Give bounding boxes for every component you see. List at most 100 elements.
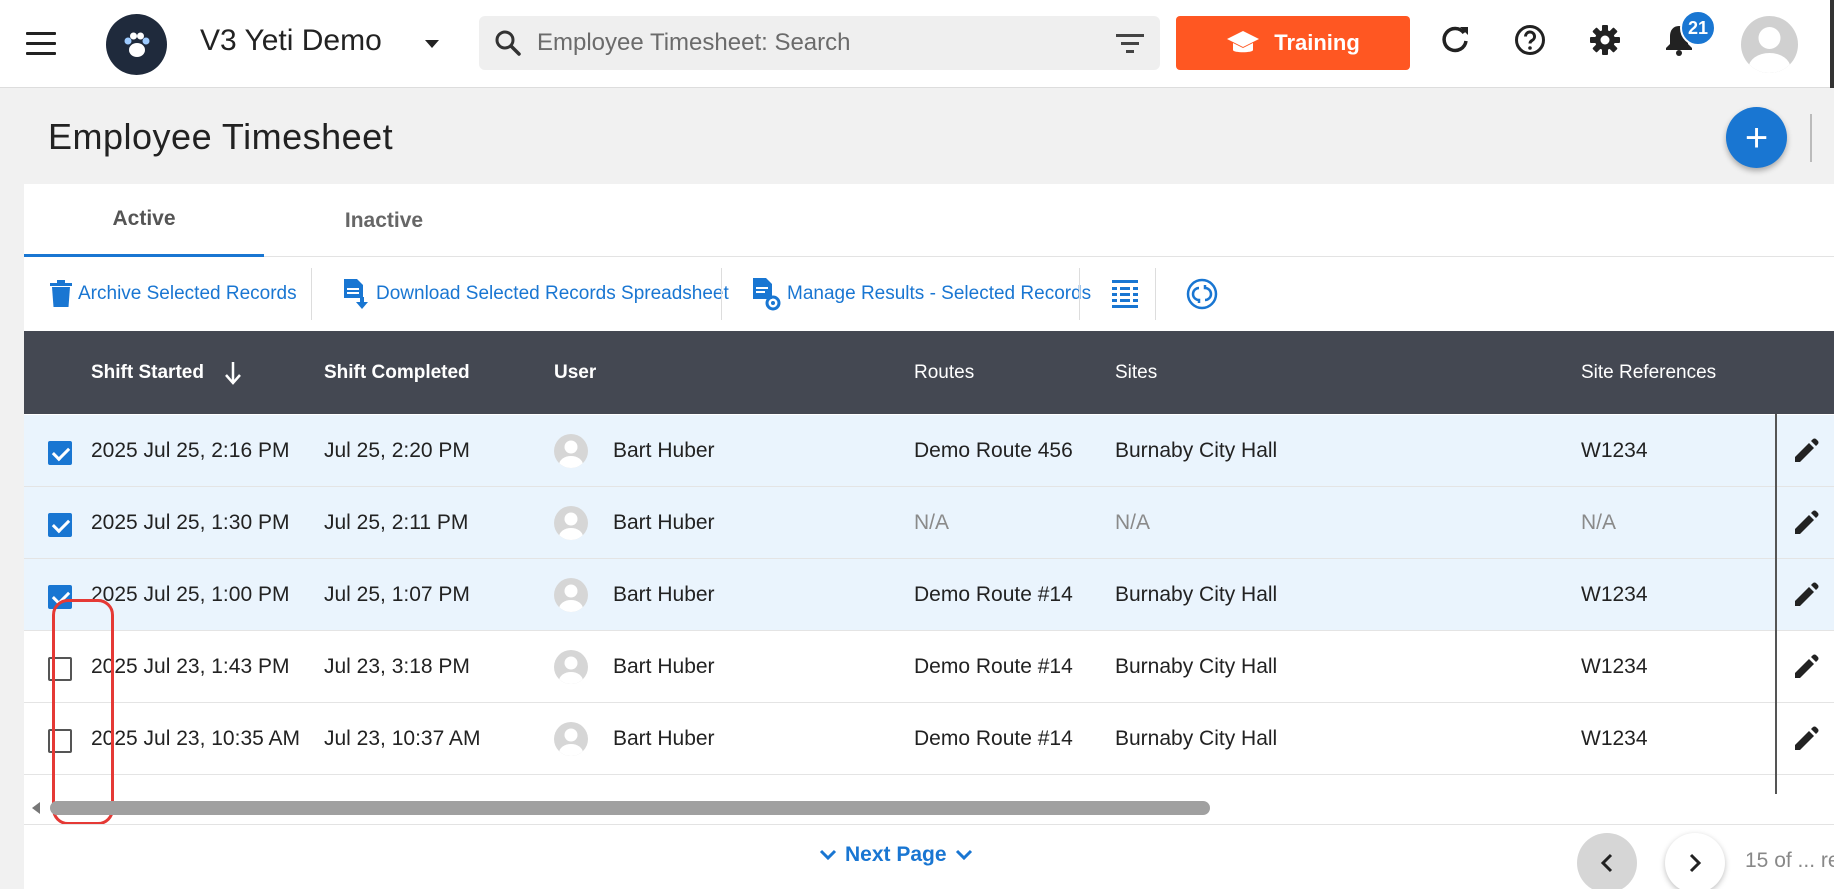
bulk-actions-toolbar: Archive Selected Records Download Select… bbox=[24, 258, 1834, 330]
col-user[interactable]: User bbox=[554, 331, 596, 414]
col-shift-completed[interactable]: Shift Completed bbox=[324, 331, 470, 414]
next-page-arrow-button[interactable] bbox=[1665, 833, 1725, 889]
edit-icon[interactable] bbox=[1792, 581, 1820, 609]
timesheet-card: Active Inactive Archive Selected Records… bbox=[24, 184, 1834, 889]
tab-inactive[interactable]: Inactive bbox=[264, 184, 504, 257]
site-cell: Burnaby City Hall bbox=[1115, 727, 1278, 750]
search-icon bbox=[495, 30, 521, 56]
user-cell[interactable]: Bart Huber bbox=[613, 703, 715, 775]
user-avatar-icon bbox=[554, 506, 588, 540]
refresh-icon[interactable] bbox=[1440, 24, 1470, 54]
person-icon bbox=[1748, 27, 1791, 73]
divider bbox=[1810, 114, 1812, 162]
edit-icon[interactable] bbox=[1792, 653, 1820, 681]
table-row[interactable]: 2025 Jul 25, 1:30 PM Jul 25, 2:11 PM Bar… bbox=[24, 487, 1834, 559]
user-cell[interactable]: Bart Huber bbox=[613, 487, 715, 559]
route-cell: Demo Route #14 bbox=[914, 727, 1073, 750]
site-ref-cell: W1234 bbox=[1581, 655, 1648, 678]
user-cell[interactable]: Bart Huber bbox=[613, 631, 715, 703]
pagination-info: 15 of ... re bbox=[1745, 849, 1834, 872]
row-checkbox[interactable] bbox=[48, 441, 72, 465]
gear-icon[interactable] bbox=[1589, 24, 1621, 56]
site-cell: Burnaby City Hall bbox=[1115, 655, 1278, 678]
next-page-label: Next Page bbox=[845, 843, 947, 866]
table-row[interactable]: 2025 Jul 25, 1:00 PM Jul 25, 1:07 PM Bar… bbox=[24, 559, 1834, 631]
shift-started-cell: 2025 Jul 23, 1:43 PM bbox=[91, 655, 290, 678]
quickbooks-button[interactable] bbox=[1186, 258, 1218, 330]
shift-completed-cell: Jul 23, 10:37 AM bbox=[324, 727, 481, 750]
user-avatar-icon bbox=[554, 722, 588, 756]
manage-file-icon bbox=[753, 278, 781, 311]
toolbar-divider bbox=[721, 268, 722, 320]
table-row[interactable]: 2025 Jul 23, 1:43 PM Jul 23, 3:18 PM Bar… bbox=[24, 631, 1834, 703]
user-avatar-icon bbox=[554, 578, 588, 612]
horizontal-scrollbar[interactable] bbox=[24, 797, 1834, 819]
site-ref-cell: W1234 bbox=[1581, 439, 1648, 462]
chevron-down-icon bbox=[955, 849, 972, 861]
table-header: Shift Started Shift Completed User Route… bbox=[24, 331, 1834, 414]
manage-label: Manage Results - Selected Records bbox=[787, 283, 1092, 304]
table-row[interactable]: 2025 Jul 23, 10:35 AM Jul 23, 10:37 AM B… bbox=[24, 703, 1834, 775]
menu-icon[interactable] bbox=[26, 32, 56, 56]
top-bar: V3 Yeti Demo Training bbox=[0, 0, 1834, 88]
page-title: Employee Timesheet bbox=[48, 116, 394, 157]
training-button[interactable]: Training bbox=[1176, 16, 1410, 70]
col-shift-started[interactable]: Shift Started bbox=[91, 331, 242, 414]
scroll-left-icon[interactable] bbox=[32, 802, 40, 814]
selection-highlight-annotation bbox=[52, 599, 114, 825]
toolbar-divider bbox=[1155, 268, 1156, 320]
route-cell: Demo Route 456 bbox=[914, 439, 1073, 462]
paw-icon bbox=[124, 32, 149, 57]
shift-completed-cell: Jul 25, 1:07 PM bbox=[324, 583, 470, 606]
edit-icon[interactable] bbox=[1792, 509, 1820, 537]
toolbar-divider bbox=[1079, 268, 1080, 320]
search-bar bbox=[479, 16, 1160, 70]
edit-icon[interactable] bbox=[1792, 725, 1820, 753]
chevron-down-icon[interactable] bbox=[425, 40, 439, 48]
shift-started-cell: 2025 Jul 23, 10:35 AM bbox=[91, 727, 300, 750]
manage-results-button[interactable]: Manage Results - Selected Records bbox=[751, 258, 1091, 330]
col-sites[interactable]: Sites bbox=[1115, 331, 1157, 414]
trash-icon bbox=[50, 280, 72, 307]
notification-badge: 21 bbox=[1680, 10, 1716, 46]
sort-descending-icon[interactable] bbox=[224, 361, 242, 385]
sticky-column-divider bbox=[1775, 414, 1777, 794]
filter-icon[interactable] bbox=[1116, 32, 1144, 54]
search-input[interactable] bbox=[537, 24, 1077, 62]
chevron-left-icon bbox=[1600, 853, 1613, 873]
user-cell[interactable]: Bart Huber bbox=[613, 415, 715, 487]
user-cell[interactable]: Bart Huber bbox=[613, 559, 715, 631]
column-settings-button[interactable] bbox=[1112, 258, 1138, 330]
training-label: Training bbox=[1274, 30, 1360, 55]
window-edge bbox=[1830, 0, 1834, 88]
table-row[interactable]: 2025 Jul 25, 2:16 PM Jul 25, 2:20 PM Bar… bbox=[24, 415, 1834, 487]
yeti-logo[interactable] bbox=[106, 14, 167, 75]
quickbooks-icon bbox=[1186, 278, 1218, 310]
archive-label: Archive Selected Records bbox=[78, 283, 297, 304]
row-checkbox[interactable] bbox=[48, 513, 72, 537]
route-cell: N/A bbox=[914, 511, 950, 534]
help-icon[interactable] bbox=[1514, 24, 1546, 56]
add-record-button[interactable]: + bbox=[1726, 107, 1787, 168]
col-routes[interactable]: Routes bbox=[914, 331, 974, 414]
site-cell: N/A bbox=[1115, 511, 1151, 534]
site-cell: Burnaby City Hall bbox=[1115, 583, 1278, 606]
site-ref-cell: W1234 bbox=[1581, 727, 1648, 750]
scrollbar-thumb[interactable] bbox=[50, 801, 1210, 815]
previous-page-button[interactable] bbox=[1577, 833, 1637, 889]
edit-icon[interactable] bbox=[1792, 437, 1820, 465]
app-title[interactable]: V3 Yeti Demo bbox=[200, 24, 382, 58]
col-site-references[interactable]: Site References bbox=[1581, 331, 1716, 414]
archive-selected-button[interactable]: Archive Selected Records bbox=[50, 258, 297, 330]
tab-active[interactable]: Active bbox=[24, 184, 264, 257]
user-avatar[interactable] bbox=[1741, 16, 1798, 73]
download-spreadsheet-button[interactable]: Download Selected Records Spreadsheet bbox=[342, 258, 729, 330]
site-ref-cell: N/A bbox=[1581, 511, 1617, 534]
tab-bar: Active Inactive bbox=[24, 184, 1834, 257]
graduation-cap-icon bbox=[1227, 31, 1260, 53]
shift-started-cell: 2025 Jul 25, 2:16 PM bbox=[91, 439, 290, 462]
next-page-button[interactable]: Next Page bbox=[819, 843, 973, 867]
columns-icon bbox=[1112, 280, 1138, 308]
chevron-down-icon bbox=[819, 849, 837, 861]
shift-started-cell: 2025 Jul 25, 1:30 PM bbox=[91, 511, 290, 534]
